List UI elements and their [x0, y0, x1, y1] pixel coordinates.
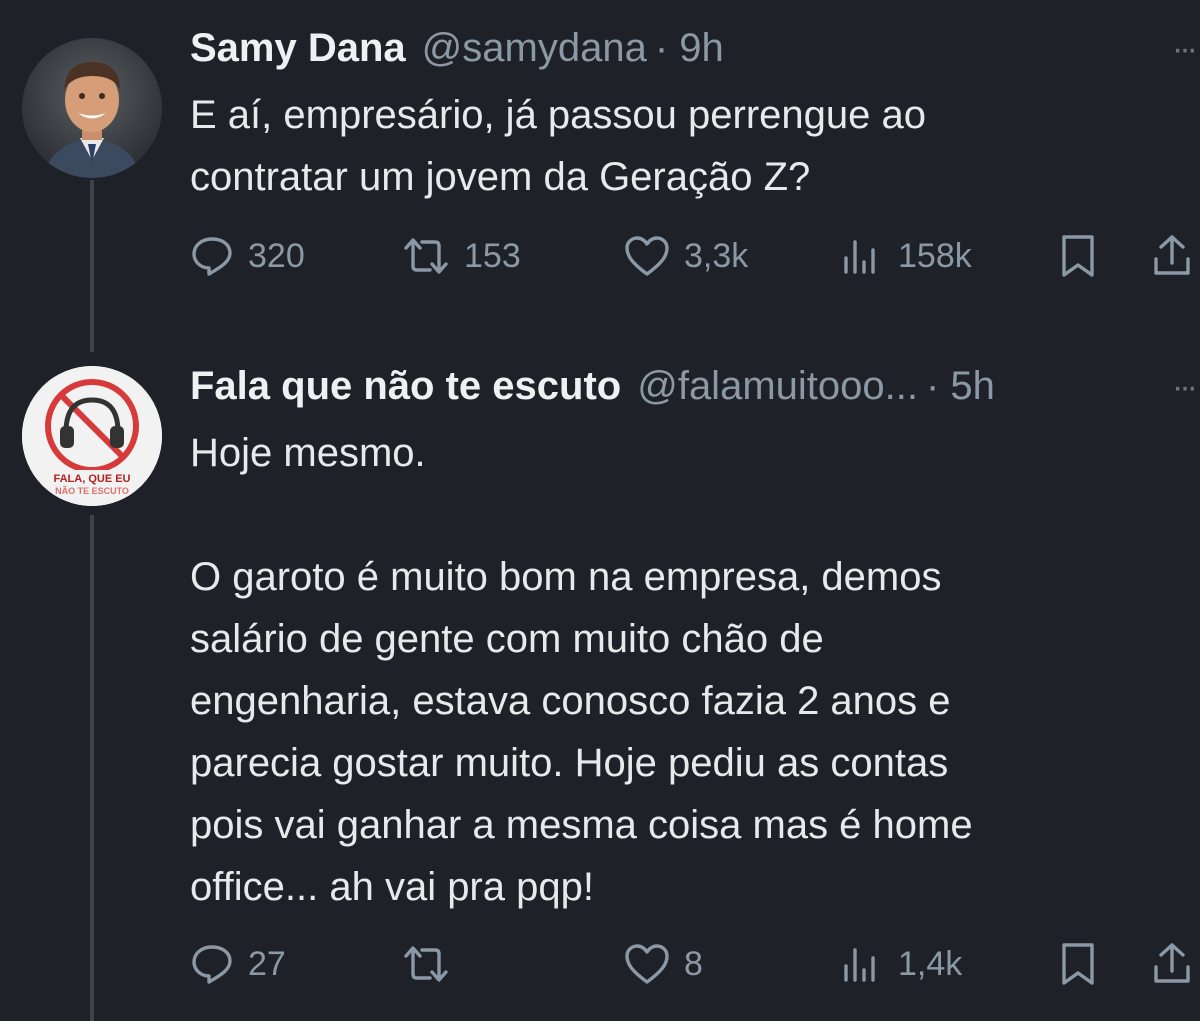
- retweet-count: 153: [464, 236, 521, 275]
- retweet-icon: [404, 238, 448, 274]
- bookmark-button[interactable]: [1058, 228, 1098, 284]
- like-count: 3,3k: [684, 236, 749, 275]
- more-options-icon[interactable]: ···: [1172, 30, 1198, 69]
- share-button[interactable]: [1150, 936, 1194, 992]
- tweet-time[interactable]: · 9h: [655, 26, 724, 71]
- view-count: 158k: [898, 236, 972, 275]
- view-count: 1,4k: [898, 944, 963, 983]
- tweet-2-header: Fala que não te escuto @falamuitooo... ·…: [190, 356, 995, 416]
- tweet-2-text: Hoje mesmo. O garoto é muito bom na empr…: [190, 431, 973, 909]
- share-icon: [1154, 943, 1190, 983]
- analytics-icon: [844, 240, 875, 274]
- retweet-icon: [404, 946, 448, 982]
- author-handle[interactable]: @falamuitooo...: [637, 364, 918, 409]
- bookmark-button[interactable]: [1058, 936, 1098, 992]
- avatar-samy-dana[interactable]: [22, 38, 162, 178]
- retweet-button[interactable]: 153: [402, 228, 521, 284]
- analytics-icon: [844, 948, 875, 982]
- tweet-time[interactable]: · 5h: [926, 364, 995, 409]
- views-button[interactable]: 1,4k: [840, 936, 962, 992]
- reply-count: 320: [248, 236, 305, 275]
- reply-icon: [192, 945, 232, 984]
- like-button[interactable]: 8: [624, 936, 703, 992]
- heart-icon: [625, 944, 669, 984]
- share-button[interactable]: [1150, 228, 1194, 284]
- headphones-logo-icon: FALA, QUE EU NÃO TE ESCUTO: [22, 366, 162, 506]
- author-name[interactable]: Samy Dana: [190, 26, 406, 71]
- person-photo-icon: [22, 38, 162, 178]
- reply-button[interactable]: 27: [190, 936, 286, 992]
- more-options-icon[interactable]: ···: [1172, 368, 1198, 407]
- thread-line-bottom: [90, 515, 94, 1021]
- bookmark-icon: [1062, 235, 1094, 277]
- logo-text-line2: NÃO TE ESCUTO: [55, 486, 129, 496]
- tweet-thread: Samy Dana @samydana · 9h ··· E aí, empre…: [0, 0, 1200, 1021]
- avatar-fala-que-nao-te-escuto[interactable]: FALA, QUE EU NÃO TE ESCUTO: [22, 366, 162, 506]
- tweet-1-text: E aí, empresário, já passou perrengue ao…: [190, 93, 926, 199]
- like-count: 8: [684, 944, 703, 983]
- like-button[interactable]: 3,3k: [624, 228, 748, 284]
- thread-line-top: [90, 180, 94, 352]
- heart-icon: [625, 236, 669, 276]
- tweet-1-actions: 320 153 3,3k 158k: [190, 228, 1200, 284]
- author-handle[interactable]: @samydana: [422, 26, 647, 71]
- logo-text-line1: FALA, QUE EU: [53, 473, 130, 485]
- author-name[interactable]: Fala que não te escuto: [190, 364, 621, 409]
- reply-count: 27: [248, 944, 286, 983]
- share-icon: [1154, 235, 1190, 275]
- tweet-1-header: Samy Dana @samydana · 9h: [190, 18, 724, 78]
- tweet-2-actions: 27 8 1,4k: [190, 936, 1200, 992]
- retweet-button[interactable]: [402, 936, 464, 992]
- reply-icon: [192, 237, 232, 276]
- reply-button[interactable]: 320: [190, 228, 305, 284]
- bookmark-icon: [1062, 943, 1094, 985]
- views-button[interactable]: 158k: [840, 228, 972, 284]
